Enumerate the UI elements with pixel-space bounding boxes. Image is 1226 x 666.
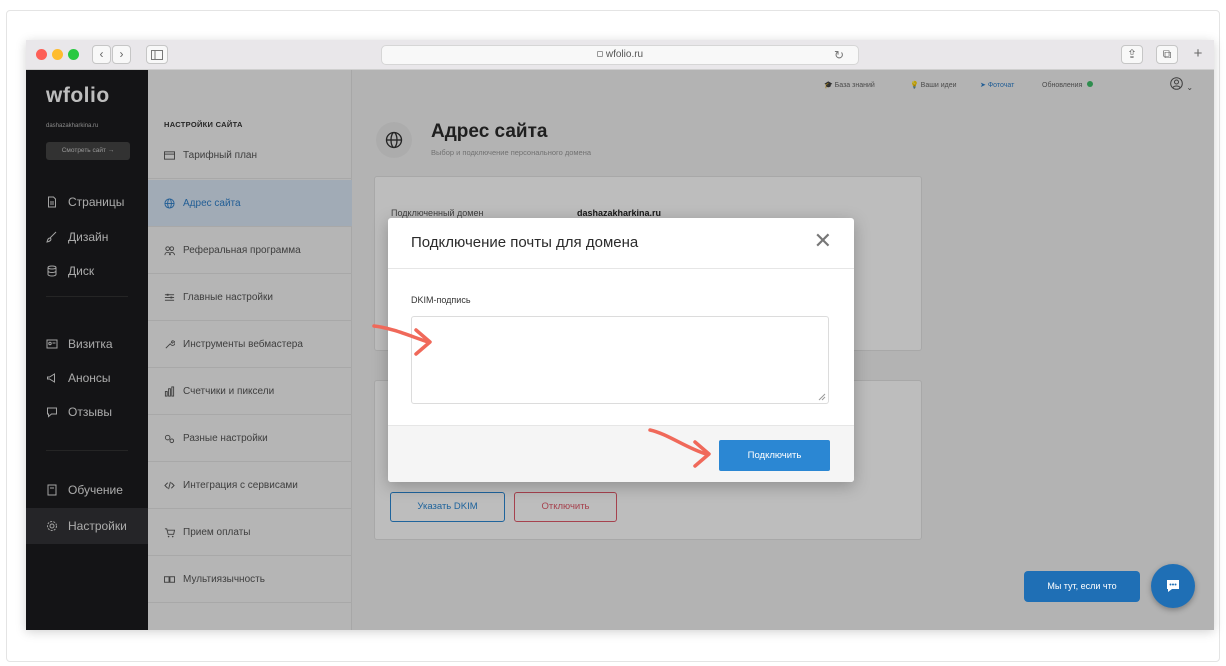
browser-toolbar: ‹ › wfolio.ru ↻ ⇪ ⧉ + <box>26 40 1214 70</box>
chat-prompt-button[interactable]: Мы тут, если что <box>1024 571 1140 602</box>
share-icon: ⇪ <box>1126 47 1138 61</box>
dkim-field[interactable] <box>411 316 829 404</box>
dialog-divider <box>388 268 854 269</box>
browser-window: ‹ › wfolio.ru ↻ ⇪ ⧉ + wfolio dashazakhar… <box>26 40 1214 630</box>
sidebar-toggle-button[interactable] <box>146 45 168 64</box>
close-window-button[interactable] <box>36 49 47 60</box>
sidebar-icon <box>151 50 163 60</box>
plus-icon: + <box>1193 45 1203 62</box>
tabs-icon: ⧉ <box>1162 47 1172 61</box>
reload-icon[interactable]: ↻ <box>834 46 844 64</box>
zoom-window-button[interactable] <box>68 49 79 60</box>
lock-icon <box>596 51 603 57</box>
dkim-field-label: DKIM-подпись <box>411 295 471 305</box>
resize-grip-icon[interactable] <box>818 393 826 401</box>
dialog-title: Подключение почты для домена <box>411 234 639 251</box>
annotation-arrow-icon <box>648 428 711 468</box>
back-button[interactable]: ‹ <box>92 45 111 64</box>
tabs-button[interactable]: ⧉ <box>1156 45 1178 64</box>
chevron-right-icon: › <box>119 47 124 61</box>
dialog-footer: Подключить <box>388 425 854 482</box>
connect-mail-dialog: Подключение почты для домена ✕ DKIM-подп… <box>388 218 854 482</box>
minimize-window-button[interactable] <box>52 49 63 60</box>
share-button[interactable]: ⇪ <box>1121 45 1143 64</box>
annotation-arrow-icon <box>372 324 432 356</box>
url-text: wfolio.ru <box>605 49 644 60</box>
chat-button[interactable] <box>1151 564 1195 608</box>
forward-button[interactable]: › <box>112 45 131 64</box>
close-icon[interactable]: ✕ <box>814 230 832 252</box>
new-tab-button[interactable]: + <box>1188 45 1208 64</box>
chevron-left-icon: ‹ <box>99 47 104 61</box>
address-bar[interactable]: wfolio.ru ↻ <box>381 45 859 65</box>
chat-bubble-icon <box>1167 580 1179 592</box>
connect-button[interactable]: Подключить <box>719 440 830 471</box>
